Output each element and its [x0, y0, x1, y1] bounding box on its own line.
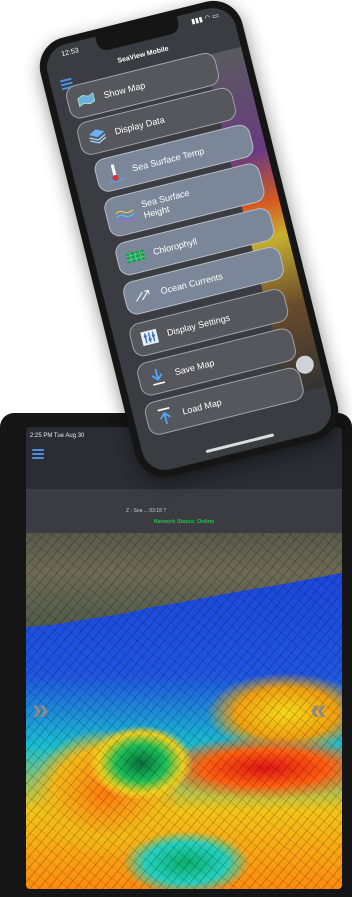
menu-item-label: Chlorophyll — [151, 236, 198, 257]
phone-device: « 12:53 ▮▮▮ ◠ ▭ SeaView Mobile Show Map … — [33, 0, 345, 484]
network-status: Network Status: Online — [153, 519, 215, 525]
currents-icon — [132, 286, 155, 306]
menu-item-label: Display Settings — [165, 312, 231, 338]
menu-item-label: Sea Surface Temp — [131, 145, 206, 174]
current-vectors-overlay — [26, 533, 342, 889]
phone-status-time: 12:53 — [60, 47, 80, 59]
menu-item-label: Load Map — [181, 397, 223, 417]
tablet-header — [26, 489, 342, 533]
menu-item-label: Sea Surface Height — [140, 187, 191, 221]
upload-icon — [153, 406, 176, 426]
phone-status-icons: ▮▮▮ ◠ ▭ — [190, 12, 220, 26]
map-caption: Z - Sea ... 03:18 ? — [126, 508, 167, 514]
settings-icon — [138, 327, 161, 347]
expand-left-chevron-icon[interactable]: » — [32, 693, 48, 727]
phone-screen: « 12:53 ▮▮▮ ◠ ▭ SeaView Mobile Show Map … — [41, 3, 337, 475]
layers-icon — [86, 126, 109, 146]
download-icon — [146, 367, 169, 387]
menu-item-label: Save Map — [173, 357, 216, 378]
ocean-map[interactable]: » « — [26, 533, 342, 889]
menu-item-label: Show Map — [102, 80, 147, 101]
menu-item-label: Display Data — [113, 114, 166, 137]
menu-item-label: Ocean Currents — [159, 271, 224, 297]
tablet-device: 2:25 PM Tue Aug 30 Z - Sea ... 03:18 ? N… — [0, 413, 352, 897]
wave-icon — [114, 205, 137, 225]
hamburger-menu-icon[interactable] — [32, 449, 44, 459]
tablet-status-bar: 2:25 PM Tue Aug 30 — [30, 433, 85, 439]
map-icon — [75, 90, 98, 110]
expand-right-chevron-icon[interactable]: « — [310, 693, 326, 727]
thermometer-icon — [103, 163, 126, 184]
tablet-screen: 2:25 PM Tue Aug 30 Z - Sea ... 03:18 ? N… — [26, 427, 342, 889]
chlorophyll-icon — [124, 246, 147, 266]
home-indicator[interactable] — [205, 433, 275, 454]
